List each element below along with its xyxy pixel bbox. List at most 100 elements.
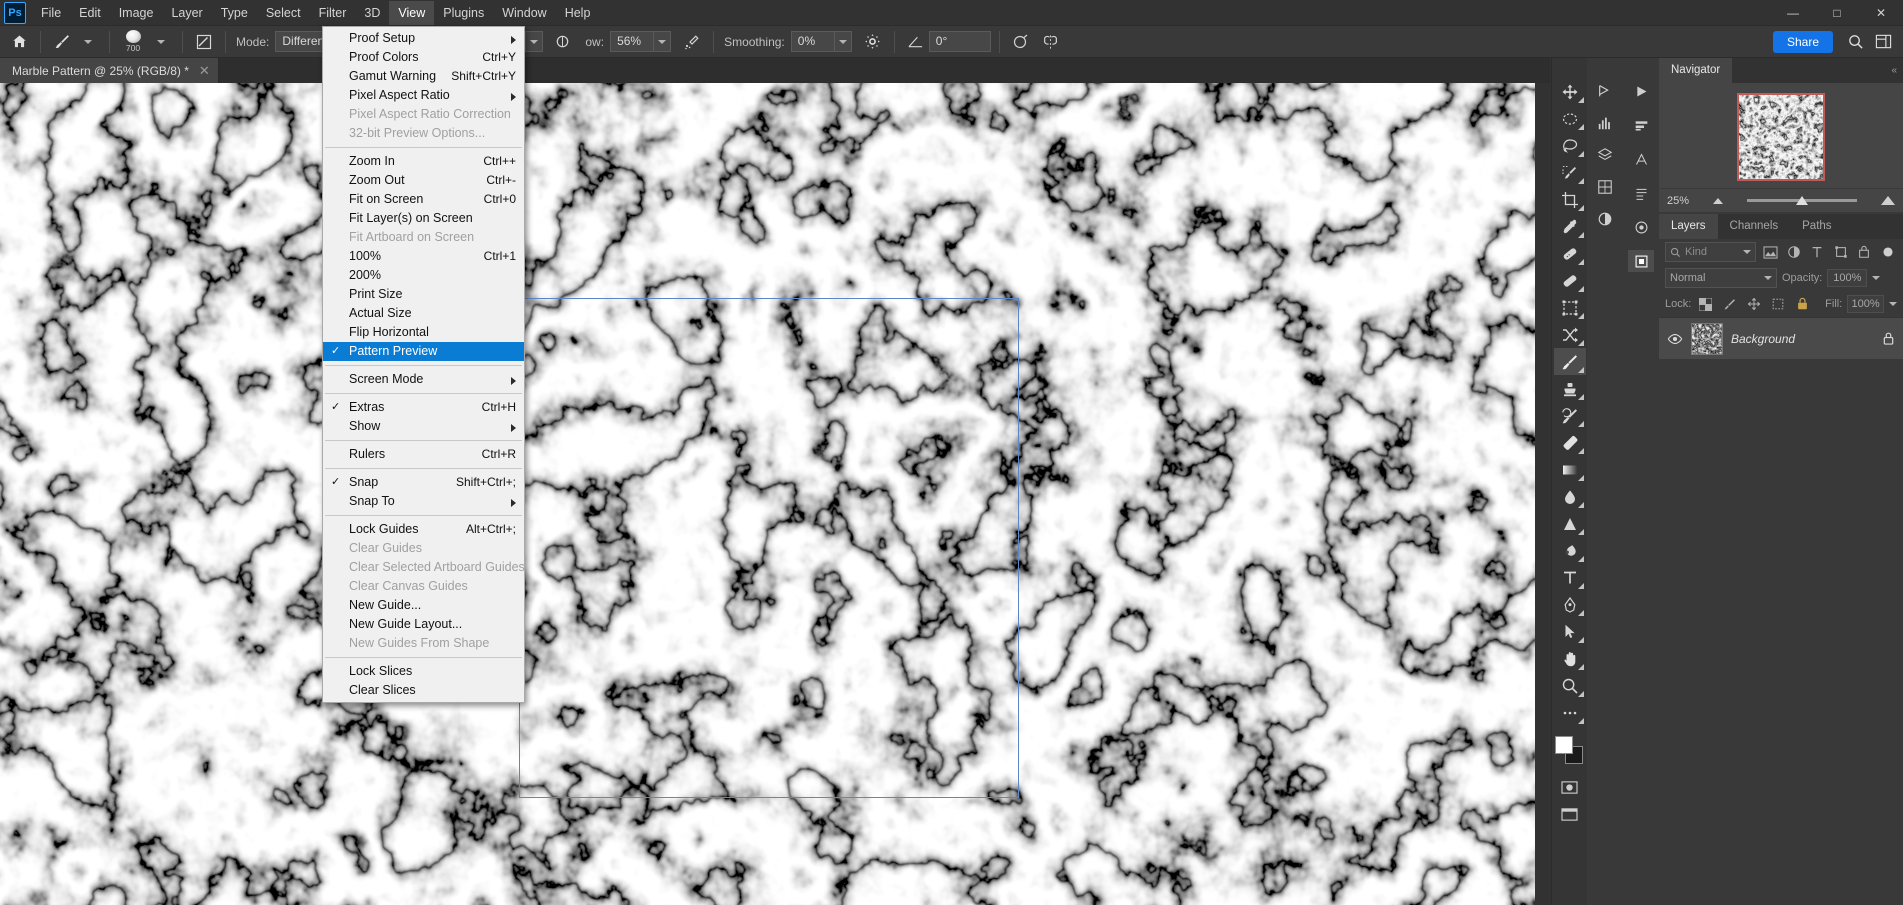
zoom-tool[interactable] — [1554, 672, 1586, 699]
histogram-icon[interactable] — [1592, 112, 1618, 134]
airbrush-icon[interactable] — [679, 30, 705, 54]
properties-icon[interactable] — [1592, 208, 1618, 230]
eye-icon[interactable] — [1667, 333, 1683, 345]
lasso-tool[interactable] — [1554, 132, 1586, 159]
layer-row[interactable]: Background — [1659, 317, 1903, 359]
menu-item-100[interactable]: 100%Ctrl+1 — [323, 247, 524, 266]
close-window-button[interactable]: ✕ — [1859, 0, 1903, 26]
hand-tool[interactable] — [1554, 645, 1586, 672]
menu-item-fit-on-screen[interactable]: Fit on ScreenCtrl+0 — [323, 190, 524, 209]
color-wheel-icon[interactable] — [1628, 216, 1654, 238]
chevron-down-icon[interactable] — [1743, 250, 1751, 254]
home-icon[interactable] — [6, 30, 32, 54]
menu-item-rulers[interactable]: RulersCtrl+R — [323, 445, 524, 464]
menu-item-new-guide[interactable]: New Guide... — [323, 596, 524, 615]
type-tool[interactable] — [1554, 564, 1586, 591]
menu-item-proof-colors[interactable]: Proof ColorsCtrl+Y — [323, 48, 524, 67]
zoom-out-icon[interactable] — [1713, 198, 1723, 204]
menu-item-lock-slices[interactable]: Lock Slices — [323, 662, 524, 681]
flow-dropdown[interactable] — [654, 31, 671, 52]
libraries-icon[interactable] — [1628, 250, 1654, 272]
timeline-icon[interactable] — [1628, 114, 1654, 136]
pen-tool[interactable] — [1554, 591, 1586, 618]
layer-filter-kind[interactable]: Kind — [1665, 242, 1756, 262]
chevron-down-icon[interactable] — [1889, 302, 1897, 306]
lock-artboard-icon[interactable] — [1769, 294, 1788, 314]
type-filter-icon[interactable] — [1808, 242, 1827, 262]
pixel-filter-icon[interactable] — [1761, 242, 1780, 262]
menu-3d[interactable]: 3D — [355, 1, 389, 25]
shuffle-tool[interactable] — [1554, 321, 1586, 348]
menu-item-snap[interactable]: ✓SnapShift+Ctrl+; — [323, 473, 524, 492]
canvas-area[interactable] — [0, 83, 1535, 905]
spot-healing-brush-tool[interactable] — [1554, 240, 1586, 267]
close-icon[interactable]: ✕ — [199, 63, 210, 79]
menu-item-200[interactable]: 200% — [323, 266, 524, 285]
dodge-tool[interactable] — [1554, 510, 1586, 537]
crop-tool[interactable] — [1554, 186, 1586, 213]
layers-comp-icon[interactable] — [1592, 144, 1618, 166]
menu-item-pattern-preview[interactable]: ✓Pattern Preview — [323, 342, 524, 361]
slider-handle[interactable] — [1796, 196, 1808, 205]
tab-channels[interactable]: Channels — [1718, 214, 1791, 239]
menu-select[interactable]: Select — [257, 1, 310, 25]
brush-tool-icon[interactable] — [49, 30, 75, 54]
menu-item-flip-horizontal[interactable]: Flip Horizontal — [323, 323, 524, 342]
menu-item-fit-layer-s-on-screen[interactable]: Fit Layer(s) on Screen — [323, 209, 524, 228]
tab-layers[interactable]: Layers — [1659, 214, 1718, 239]
navigator-zoom-value[interactable]: 25% — [1667, 195, 1705, 207]
layer-fill-value[interactable]: 100% — [1847, 295, 1884, 313]
history-brush-tool[interactable] — [1554, 402, 1586, 429]
smart-object-filter-icon[interactable] — [1855, 242, 1874, 262]
path-selection-tool[interactable] — [1554, 618, 1586, 645]
chevron-down-icon[interactable] — [1764, 276, 1772, 280]
symmetry-butterfly-icon[interactable] — [1038, 30, 1064, 54]
menu-item-clear-slices[interactable]: Clear Slices — [323, 681, 524, 700]
panel-collapse-icon[interactable]: « — [1891, 58, 1903, 83]
frame-tool[interactable] — [1554, 294, 1586, 321]
menu-item-new-guide-layout[interactable]: New Guide Layout... — [323, 615, 524, 634]
lock-all-icon[interactable] — [1793, 294, 1812, 314]
view-menu-dropdown[interactable]: Proof SetupProof ColorsCtrl+YGamut Warni… — [322, 26, 525, 703]
quick-selection-tool[interactable] — [1554, 159, 1586, 186]
eraser-tool[interactable] — [1554, 429, 1586, 456]
navigator-thumbnail[interactable] — [1737, 93, 1825, 181]
menu-item-pixel-aspect-ratio[interactable]: Pixel Aspect Ratio — [323, 86, 524, 105]
maximize-button[interactable]: □ — [1815, 0, 1859, 26]
lock-transparent-pixels-icon[interactable] — [1696, 294, 1715, 314]
quick-mask-icon[interactable] — [1554, 774, 1586, 801]
navigator-zoom-slider[interactable] — [1731, 194, 1873, 208]
menu-item-print-size[interactable]: Print Size — [323, 285, 524, 304]
opacity-dropdown[interactable] — [526, 31, 543, 52]
foreground-color-swatch[interactable] — [1555, 736, 1573, 754]
menu-item-actual-size[interactable]: Actual Size — [323, 304, 524, 323]
chevron-down-icon[interactable] — [1872, 276, 1880, 280]
zoom-in-icon[interactable] — [1881, 196, 1895, 205]
minimize-button[interactable]: — — [1771, 0, 1815, 26]
smoothing-value[interactable]: 0% — [791, 31, 835, 52]
adjustment-filter-icon[interactable] — [1785, 242, 1804, 262]
eyedropper-tool[interactable] — [1554, 213, 1586, 240]
search-icon[interactable] — [1841, 29, 1869, 55]
clone-stamp-tool[interactable] — [1554, 375, 1586, 402]
menu-item-zoom-out[interactable]: Zoom OutCtrl+- — [323, 171, 524, 190]
menu-help[interactable]: Help — [556, 1, 600, 25]
adjustments-icon[interactable] — [1592, 80, 1618, 102]
menu-item-extras[interactable]: ✓ExtrasCtrl+H — [323, 398, 524, 417]
edit-toolbar[interactable] — [1554, 699, 1586, 726]
filter-toggle-icon[interactable] — [1879, 242, 1898, 262]
menu-type[interactable]: Type — [212, 1, 257, 25]
menu-window[interactable]: Window — [493, 1, 555, 25]
color-swatches[interactable] — [1555, 736, 1585, 766]
menu-file[interactable]: File — [32, 1, 70, 25]
burn-tool[interactable] — [1554, 537, 1586, 564]
brush-preset-dropdown[interactable] — [148, 30, 174, 54]
menu-item-lock-guides[interactable]: Lock GuidesAlt+Ctrl+; — [323, 520, 524, 539]
menu-filter[interactable]: Filter — [310, 1, 356, 25]
tab-navigator[interactable]: Navigator — [1659, 58, 1732, 83]
navigator-thumbnail-area[interactable] — [1659, 93, 1903, 188]
marquee-tool[interactable] — [1554, 105, 1586, 132]
paragraph-panel-icon[interactable] — [1628, 182, 1654, 204]
pressure-size-icon[interactable] — [1008, 30, 1034, 54]
menu-view[interactable]: View — [389, 1, 434, 25]
